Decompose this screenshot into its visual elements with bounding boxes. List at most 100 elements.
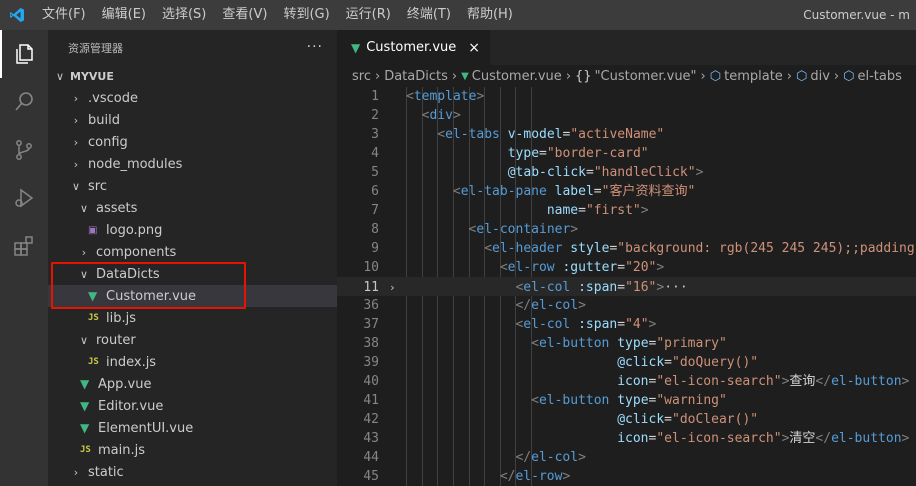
vue-file-icon: ▼ — [80, 399, 90, 413]
vue-file-icon: ▼ — [461, 70, 469, 82]
breadcrumb-item[interactable]: src — [352, 69, 371, 84]
tree-item[interactable]: ∨ assets — [48, 197, 337, 219]
code-token: type — [507, 146, 540, 161]
code-token: "primary" — [656, 336, 727, 351]
code-token: < — [484, 241, 493, 256]
tree-item[interactable]: › components — [48, 241, 337, 263]
chevron-right-icon: › — [73, 135, 79, 149]
code-token: > — [562, 469, 571, 484]
code-editor[interactable]: 1 <template> 2 <div> 3 <el-tabs v-model="acti… — [337, 87, 916, 486]
code-text: icon="el-icon-search">查询</el-button> — [531, 372, 909, 391]
chevron-right-icon: › — [786, 68, 792, 84]
element-symbol-icon: ⬡ — [796, 68, 808, 84]
tree-item[interactable]: › config — [48, 131, 337, 153]
tree-item[interactable]: › build — [48, 109, 337, 131]
menu-item[interactable]: 选择(S) — [154, 0, 214, 30]
chevron-down-icon: ∨ — [55, 69, 65, 83]
tree-item[interactable]: JS lib.js — [48, 307, 337, 329]
tree-item[interactable]: JS index.js — [48, 351, 337, 373]
breadcrumb-item[interactable]: div — [810, 69, 830, 84]
tree-item[interactable]: ∨ DataDicts — [48, 263, 337, 285]
code-text: @click="doClear()" — [531, 410, 758, 429]
menu-item[interactable]: 帮助(H) — [459, 0, 521, 30]
tree-item-label: node_modules — [88, 156, 183, 172]
run-debug-icon[interactable] — [0, 174, 48, 222]
code-token: </ — [515, 450, 532, 465]
line-number: 2 — [371, 108, 379, 123]
code-line: 44 </el-col> — [337, 448, 916, 467]
line-number: 40 — [363, 374, 379, 389]
tree-item[interactable]: ▣ logo.png — [48, 219, 337, 241]
window-title: Customer.vue - m — [803, 8, 910, 22]
workspace-root[interactable]: ∨ MYVUE — [48, 65, 337, 87]
menu-item[interactable]: 转到(G) — [275, 0, 337, 30]
code-token: style — [570, 241, 610, 256]
chevron-right-icon: › — [81, 245, 87, 259]
code-token: "4" — [625, 317, 649, 332]
menu-item[interactable]: 运行(R) — [338, 0, 399, 30]
code-token: < — [499, 260, 508, 275]
code-line: 40 icon="el-icon-search">查询</el-button> — [337, 372, 916, 391]
breadcrumb-item[interactable]: "Customer.vue" — [595, 69, 697, 84]
tree-item[interactable]: › static — [48, 461, 337, 483]
code-token: = — [617, 317, 626, 332]
code-text: <el-container> — [469, 220, 579, 239]
tree-item[interactable]: ▼ App.vue — [48, 373, 337, 395]
code-token: </ — [815, 431, 832, 446]
close-icon[interactable]: × — [468, 40, 480, 56]
vue-file-icon: ▼ — [88, 289, 98, 303]
extensions-icon[interactable] — [0, 222, 48, 270]
vue-file-icon: ▼ — [80, 421, 90, 435]
tree-item[interactable]: ▼ Editor.vue — [48, 395, 337, 417]
fold-chevron-icon[interactable]: › — [389, 278, 396, 297]
menu-item[interactable]: 编辑(E) — [94, 0, 154, 30]
tab-customer-vue[interactable]: ▼ Customer.vue × — [337, 30, 490, 65]
tree-item-label: config — [88, 134, 128, 150]
tree-item[interactable]: JS main.js — [48, 439, 337, 461]
tree-item-label: lib.js — [106, 310, 136, 326]
tab-label: Customer.vue — [366, 40, 457, 55]
line-number: 39 — [363, 355, 379, 370]
code-text: <el-row :gutter="20"> — [500, 258, 664, 277]
tree-item[interactable]: ▼ Customer.vue — [48, 285, 337, 307]
code-token: name — [546, 203, 579, 218]
tree-item[interactable]: ▼ ElementUI.vue — [48, 417, 337, 439]
search-icon[interactable] — [0, 78, 48, 126]
code-token: "handleClick" — [593, 165, 696, 180]
tree-item-label: App.vue — [98, 376, 152, 392]
tree-item[interactable]: ∨ src — [48, 175, 337, 197]
menu-item[interactable]: 终端(T) — [399, 0, 459, 30]
code-token: el-col — [531, 450, 579, 465]
tree-item-label: index.js — [106, 354, 157, 370]
breadcrumb-item[interactable]: Customer.vue — [472, 69, 562, 84]
breadcrumb-item[interactable]: template — [724, 69, 783, 84]
menu-item[interactable]: 文件(F) — [34, 0, 94, 30]
code-token: > — [578, 298, 586, 313]
menu-item[interactable]: 查看(V) — [214, 0, 275, 30]
breadcrumb-item[interactable]: DataDicts — [384, 69, 448, 84]
tree-item[interactable]: › node_modules — [48, 153, 337, 175]
chevron-right-icon: › — [374, 68, 381, 84]
tree-item[interactable]: ∨ router — [48, 329, 337, 351]
code-token: "el-icon-search" — [656, 374, 782, 389]
explorer-sidebar: 资源管理器 ··· ∨ MYVUE › .vscode › build › config ›… — [48, 30, 337, 486]
tree-item[interactable]: › .vscode — [48, 87, 337, 109]
line-number: 45 — [363, 469, 379, 484]
code-text: type="border-card" — [437, 144, 649, 163]
code-line: 10 <el-row :gutter="20"> — [337, 258, 916, 277]
code-token: el-button — [831, 431, 902, 446]
code-text: icon="el-icon-search">清空</el-button> — [531, 429, 909, 448]
code-text: <el-col :span="4"> — [515, 315, 656, 334]
code-line: 41 <el-button type="warning" — [337, 391, 916, 410]
breadcrumb-item[interactable]: el-tabs — [857, 69, 901, 84]
more-actions-icon[interactable]: ··· — [307, 39, 323, 55]
code-line: 39 @click="doQuery()" — [337, 353, 916, 372]
line-number: 8 — [371, 222, 379, 237]
code-line: 8 <el-container> — [337, 220, 916, 239]
explorer-icon[interactable] — [0, 30, 48, 78]
source-control-icon[interactable] — [0, 126, 48, 174]
activity-bar — [0, 30, 48, 486]
